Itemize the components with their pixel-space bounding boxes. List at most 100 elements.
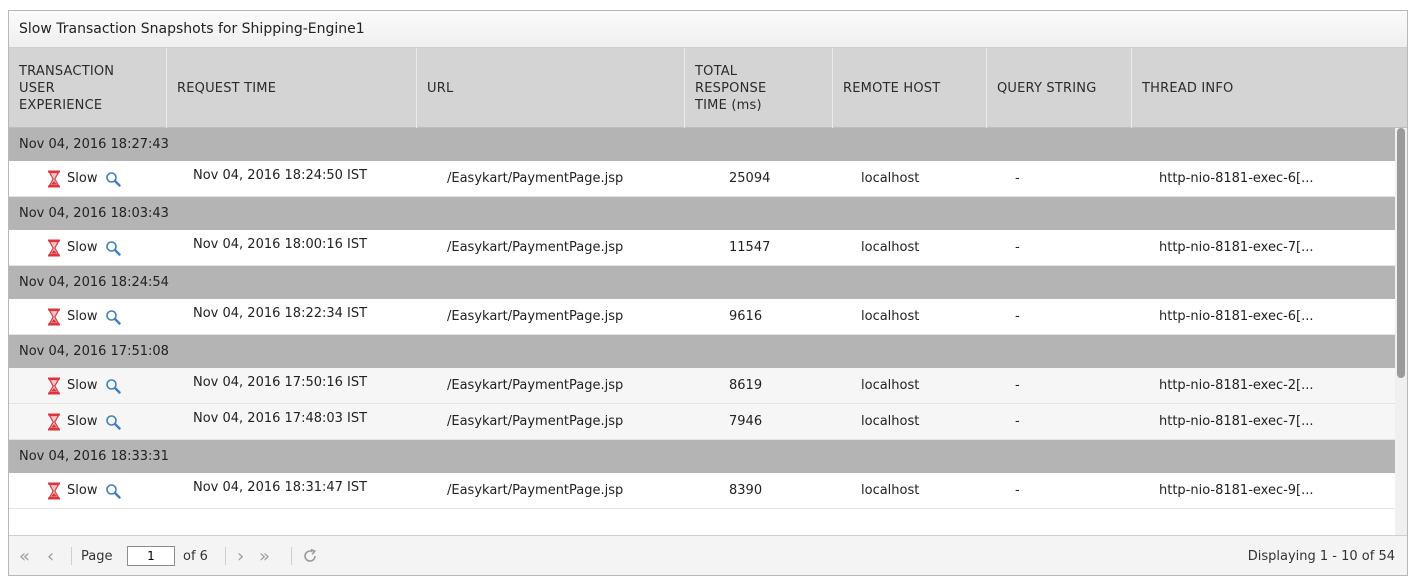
cell-thread-info: http-nio-8181-exec-7[... (1159, 240, 1314, 255)
group-header-row[interactable]: Nov 04, 2016 17:51:08 (9, 335, 1397, 368)
cell-thread-info: http-nio-8181-exec-2[... (1159, 378, 1314, 393)
cell-request-time: Nov 04, 2016 17:50:16 IST (193, 375, 368, 390)
cell-user-experience: Slow (47, 368, 122, 403)
toolbar-separator (71, 547, 72, 565)
cell-user-experience: Slow (47, 404, 122, 439)
next-page-button[interactable]: › (237, 536, 245, 575)
slow-label: Slow (67, 171, 98, 186)
cell-request-time: Nov 04, 2016 17:48:03 IST (193, 411, 368, 426)
chevron-right-icon: › (237, 545, 245, 567)
double-chevron-right-icon: » (259, 545, 271, 567)
cell-query-string: - (1015, 240, 1020, 255)
chevron-left-icon: ‹ (47, 545, 55, 567)
cell-url: /Easykart/PaymentPage.jsp (447, 240, 624, 255)
cell-remote-host: localhost (861, 171, 920, 186)
cell-request-time: Nov 04, 2016 18:24:50 IST (193, 168, 368, 183)
cell-request-time: Nov 04, 2016 18:22:34 IST (193, 306, 368, 321)
slow-label: Slow (67, 309, 98, 324)
cell-remote-host: localhost (861, 240, 920, 255)
cell-response-time: 9616 (729, 309, 763, 324)
scrollbar-thumb[interactable] (1397, 128, 1405, 378)
hourglass-icon (48, 482, 60, 499)
last-page-button[interactable]: » (259, 536, 271, 575)
hourglass-icon (48, 377, 60, 394)
magnifier-icon[interactable] (105, 378, 122, 394)
cell-request-time: Nov 04, 2016 18:31:47 IST (193, 480, 368, 495)
cell-remote-host: localhost (861, 414, 920, 429)
cell-response-time: 8390 (729, 483, 763, 498)
paging-summary: Displaying 1 - 10 of 54 (1247, 548, 1395, 564)
cell-user-experience: Slow (47, 299, 122, 334)
refresh-button[interactable] (301, 536, 319, 575)
page-label: Page (81, 548, 113, 564)
cell-response-time: 7946 (729, 414, 763, 429)
slow-transactions-panel: Slow Transaction Snapshots for Shipping-… (8, 10, 1408, 576)
previous-page-button[interactable]: ‹ (47, 536, 55, 575)
cell-thread-info: http-nio-8181-exec-6[... (1159, 309, 1314, 324)
hourglass-icon (48, 239, 60, 256)
cell-remote-host: localhost (861, 483, 920, 498)
cell-user-experience: Slow (47, 473, 122, 508)
double-chevron-left-icon: « (19, 545, 31, 567)
hourglass-icon (48, 170, 60, 187)
group-header-row[interactable]: Nov 04, 2016 18:27:43 (9, 128, 1397, 161)
pagination-toolbar: « ‹ Page of 6 › » Displaying 1 - 10 of 5… (9, 535, 1407, 575)
cell-thread-info: http-nio-8181-exec-6[... (1159, 171, 1314, 186)
hourglass-icon (48, 413, 60, 430)
cell-url: /Easykart/PaymentPage.jsp (447, 414, 624, 429)
group-header-row[interactable]: Nov 04, 2016 18:33:31 (9, 440, 1397, 473)
magnifier-icon[interactable] (105, 414, 122, 430)
slow-label: Slow (67, 240, 98, 255)
refresh-icon (304, 548, 317, 562)
cell-request-time: Nov 04, 2016 18:00:16 IST (193, 237, 368, 252)
cell-url: /Easykart/PaymentPage.jsp (447, 483, 624, 498)
column-header-transaction-user-experience[interactable]: TRANSACTION USER EXPERIENCE (9, 48, 167, 128)
cell-user-experience: Slow (47, 161, 122, 196)
table-row[interactable]: Slow Nov 04, 2016 18:31:47 IST/Easykart/P… (9, 473, 1397, 509)
panel-title: Slow Transaction Snapshots for Shipping-… (9, 11, 1407, 48)
cell-thread-info: http-nio-8181-exec-9[... (1159, 483, 1314, 498)
column-header-url[interactable]: URL (417, 48, 685, 128)
column-header-total-response-time[interactable]: TOTAL RESPONSE TIME (ms) (685, 48, 833, 128)
slow-label: Slow (67, 378, 98, 393)
page-count-label: of 6 (183, 548, 208, 564)
table-row[interactable]: Slow Nov 04, 2016 17:50:16 IST/Easykart/P… (9, 368, 1397, 404)
column-header-request-time[interactable]: REQUEST TIME (167, 48, 417, 128)
table-row[interactable]: Slow Nov 04, 2016 18:00:16 IST/Easykart/P… (9, 230, 1397, 266)
toolbar-separator (225, 547, 226, 565)
cell-url: /Easykart/PaymentPage.jsp (447, 378, 624, 393)
grid-body: Nov 04, 2016 18:27:43 Slow Nov 04, 2016 18… (9, 128, 1397, 537)
first-page-button[interactable]: « (19, 536, 31, 575)
group-header-row[interactable]: Nov 04, 2016 18:24:54 (9, 266, 1397, 299)
cell-remote-host: localhost (861, 309, 920, 324)
cell-query-string: - (1015, 483, 1020, 498)
cell-query-string: - (1015, 309, 1020, 324)
cell-user-experience: Slow (47, 230, 122, 265)
cell-url: /Easykart/PaymentPage.jsp (447, 309, 624, 324)
column-header-query-string[interactable]: QUERY STRING (987, 48, 1132, 128)
slow-label: Slow (67, 414, 98, 429)
cell-query-string: - (1015, 414, 1020, 429)
table-row[interactable]: Slow Nov 04, 2016 18:22:34 IST/Easykart/P… (9, 299, 1397, 335)
table-row[interactable]: Slow Nov 04, 2016 17:48:03 IST/Easykart/P… (9, 404, 1397, 440)
table-row[interactable]: Slow Nov 04, 2016 18:24:50 IST/Easykart/P… (9, 161, 1397, 197)
cell-response-time: 25094 (729, 171, 771, 186)
column-header-thread-info[interactable]: THREAD INFO (1132, 48, 1407, 128)
toolbar-separator (291, 547, 292, 565)
magnifier-icon[interactable] (105, 171, 122, 187)
cell-response-time: 8619 (729, 378, 763, 393)
vertical-scrollbar[interactable] (1395, 128, 1407, 537)
cell-url: /Easykart/PaymentPage.jsp (447, 171, 624, 186)
cell-query-string: - (1015, 378, 1020, 393)
magnifier-icon[interactable] (105, 483, 122, 499)
grid-header: TRANSACTION USER EXPERIENCE REQUEST TIME… (9, 48, 1407, 128)
hourglass-icon (48, 308, 60, 325)
cell-query-string: - (1015, 171, 1020, 186)
magnifier-icon[interactable] (105, 309, 122, 325)
cell-remote-host: localhost (861, 378, 920, 393)
group-header-row[interactable]: Nov 04, 2016 18:03:43 (9, 197, 1397, 230)
column-header-remote-host[interactable]: REMOTE HOST (833, 48, 987, 128)
page-number-input[interactable] (127, 546, 175, 566)
magnifier-icon[interactable] (105, 240, 122, 256)
cell-response-time: 11547 (729, 240, 771, 255)
